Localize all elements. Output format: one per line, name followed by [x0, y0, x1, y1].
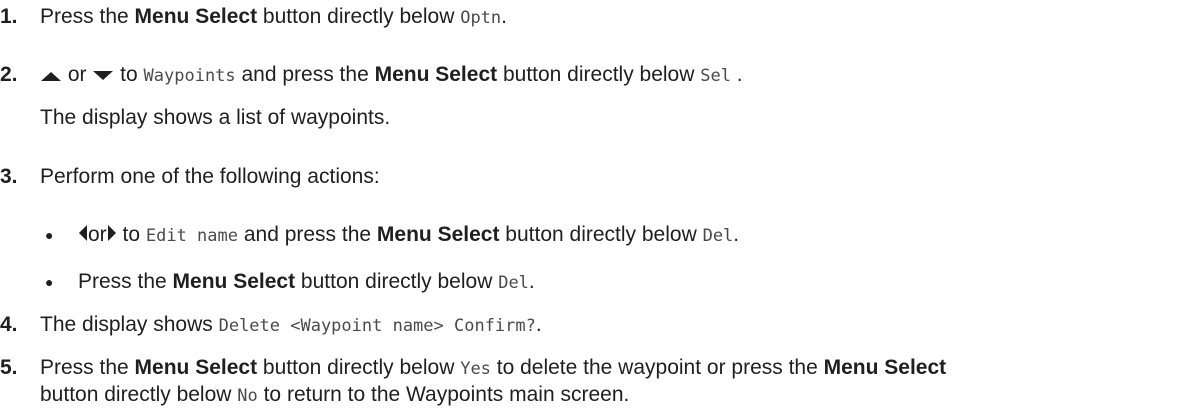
display-text-del: Del	[498, 273, 529, 293]
step-text: Press the Menu Select button directly be…	[40, 5, 507, 28]
display-text-delete-confirm: Delete <Waypoint name> Confirm?	[218, 316, 536, 336]
menu-select-label: Menu Select	[376, 223, 500, 246]
display-text-del: Del	[702, 226, 734, 246]
menu-select-label: Menu Select	[172, 270, 296, 293]
step-number: 5.	[0, 356, 18, 379]
menu-select-label: Menu Select	[134, 356, 258, 379]
display-text-edit-name: Edit name	[145, 226, 238, 246]
bullet: ●	[45, 274, 54, 290]
menu-select-label: Menu Select	[374, 63, 498, 86]
bullet: ●	[45, 227, 54, 243]
display-text-optn: Optn	[460, 8, 502, 28]
display-text-no: No	[237, 386, 258, 406]
step-text: Perform one of the following actions:	[40, 165, 380, 188]
left-arrow-icon	[79, 225, 87, 241]
step-number: 4.	[0, 313, 18, 336]
menu-select-label: Menu Select	[134, 5, 258, 28]
step-text: or to Waypoints and press the Menu Selec…	[40, 62, 743, 89]
step-text: The display shows Delete <Waypoint name>…	[40, 313, 542, 336]
display-text-waypoints: Waypoints	[143, 66, 236, 86]
step-number: 2.	[0, 63, 18, 86]
up-arrow-icon	[41, 72, 61, 81]
step-text: Press the Menu Select button directly be…	[40, 356, 947, 379]
bullet-text: or to Edit name and press the Menu Selec…	[78, 222, 739, 249]
display-text-yes: Yes	[460, 359, 491, 379]
step-number: 1.	[0, 5, 18, 28]
bullet-text: Press the Menu Select button directly be…	[78, 270, 535, 293]
menu-select-label: Menu Select	[823, 356, 947, 379]
display-text-sel: Sel	[700, 66, 731, 86]
right-arrow-icon	[107, 225, 116, 241]
down-arrow-icon	[93, 71, 114, 80]
step-number: 3.	[0, 165, 18, 188]
